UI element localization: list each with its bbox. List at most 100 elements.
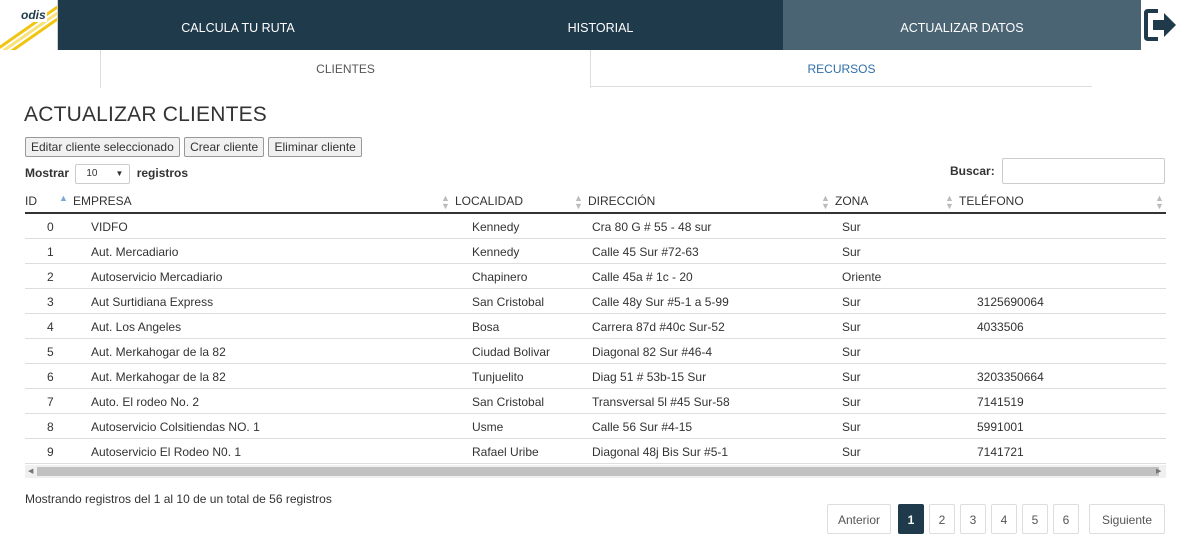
tab-recursos[interactable]: RECURSOS [591, 50, 1092, 87]
cell-zona: Sur [842, 420, 861, 434]
page-button[interactable]: 5 [1022, 504, 1048, 534]
cell-localidad: Bosa [472, 320, 500, 334]
sort-icon: ▲ ▼ [821, 193, 830, 211]
page-button[interactable]: 1 [898, 504, 924, 534]
search-label: Buscar: [950, 164, 995, 178]
tab-clientes[interactable]: CLIENTES [100, 50, 591, 88]
cell-direccion: Carrera 87d #40c Sur-52 [592, 320, 725, 334]
page-button[interactable]: 3 [960, 504, 986, 534]
scroll-left-icon[interactable]: ◀ [28, 465, 33, 478]
table-header: ID ▲ EMPRESA ▲ ▼ LOCALIDAD ▲ ▼ DIRECCIÓN ▲… [25, 190, 1166, 214]
search-input[interactable] [1002, 158, 1165, 184]
page-length-value: 10 [86, 167, 98, 179]
table-row[interactable]: 8 Autoservicio Colsitiendas NO. 1 Usme Call… [25, 414, 1166, 439]
cell-empresa: Aut. Merkahogar de la 82 [91, 345, 226, 359]
delete-client-button[interactable]: Eliminar cliente [268, 137, 362, 157]
cell-localidad: Kennedy [472, 220, 520, 234]
cell-empresa: Aut. Los Angeles [91, 320, 182, 334]
col-telefono[interactable]: TELÉFONO [959, 194, 1024, 208]
length-menu: Mostrar 10 ▼ registros [25, 162, 188, 184]
horizontal-scrollbar[interactable]: ◀ ▶ [25, 465, 1166, 478]
cell-direccion: Diagonal 82 Sur #46-4 [592, 345, 713, 359]
cell-zona: Sur [842, 370, 861, 384]
col-direccion[interactable]: DIRECCIÓN [588, 194, 655, 208]
sort-icon: ▲ ▼ [574, 193, 583, 211]
cell-id: 5 [47, 345, 54, 359]
length-suffix: registros [136, 166, 189, 180]
top-navbar: odis CALCULA TU RUTA HISTORIAL ACTUALIZA… [0, 0, 1181, 50]
sort-icon: ▲ ▼ [1155, 193, 1164, 211]
col-localidad[interactable]: LOCALIDAD [455, 194, 523, 208]
nav-calcula-tu-ruta[interactable]: CALCULA TU RUTA [58, 0, 418, 50]
cell-empresa: Aut. Mercadiario [91, 245, 179, 259]
cell-direccion: Diag 51 # 53b-15 Sur [592, 370, 707, 384]
nav-actualizar-datos[interactable]: ACTUALIZAR DATOS [783, 0, 1141, 50]
cell-empresa: Aut. Merkahogar de la 82 [91, 370, 226, 384]
cell-zona: Sur [842, 295, 861, 309]
create-client-button[interactable]: Crear cliente [184, 137, 265, 157]
table-row[interactable]: 0 VIDFO Kennedy Cra 80 G # 55 - 48 sur Sur [25, 214, 1166, 239]
exit-button[interactable] [1141, 0, 1181, 50]
table-row[interactable]: 9 Autoservicio El Rodeo N0. 1 Rafael Uribe… [25, 439, 1166, 464]
table-row[interactable]: 6 Aut. Merkahogar de la 82 Tunjuelito Diag … [25, 364, 1166, 389]
cell-localidad: Usme [472, 420, 504, 434]
sort-icon: ▲ ▼ [441, 193, 450, 211]
cell-direccion: Calle 56 Sur #4-15 [592, 420, 693, 434]
page-button[interactable]: 6 [1053, 504, 1079, 534]
cell-zona: Sur [842, 445, 861, 459]
cell-localidad: Kennedy [472, 245, 520, 259]
table-row[interactable]: 7 Auto. El rodeo No. 2 San Cristobal Transv… [25, 389, 1166, 414]
cell-direccion: Calle 45 Sur #72-63 [592, 245, 699, 259]
odis-logo[interactable]: odis [0, 0, 58, 50]
cell-telefono: 3125690064 [977, 295, 1044, 309]
cell-id: 0 [47, 220, 54, 234]
cell-localidad: Tunjuelito [472, 370, 524, 384]
cell-zona: Sur [842, 345, 861, 359]
cell-empresa: Auto. El rodeo No. 2 [91, 395, 200, 409]
cell-telefono: 7141721 [977, 445, 1024, 459]
table-row[interactable]: 2 Autoservicio Mercadiario Chapinero Calle … [25, 264, 1166, 289]
cell-empresa: Aut Surtidiana Express [91, 295, 214, 309]
nav-historial[interactable]: HISTORIAL [418, 0, 783, 50]
sort-asc-icon: ▲ [59, 193, 68, 203]
cell-id: 3 [47, 295, 54, 309]
cell-localidad: San Cristobal [472, 295, 545, 309]
col-zona[interactable]: ZONA [835, 194, 868, 208]
length-prefix: Mostrar [25, 166, 70, 180]
exit-icon [1144, 9, 1176, 41]
col-empresa[interactable]: EMPRESA [73, 194, 132, 208]
col-id[interactable]: ID [25, 194, 37, 208]
cell-empresa: Autoservicio Mercadiario [91, 270, 223, 284]
cell-localidad: San Cristobal [472, 395, 545, 409]
prev-page-button[interactable]: Anterior [827, 504, 891, 534]
action-buttons: Editar cliente seleccionado Crear client… [25, 137, 363, 157]
cell-zona: Sur [842, 320, 861, 334]
cell-direccion: Calle 48y Sur #5-1 a 5-99 [592, 295, 729, 309]
cell-telefono: 4033506 [977, 320, 1024, 334]
logo-text: odis [20, 8, 47, 22]
cell-id: 4 [47, 320, 54, 334]
cell-zona: Sur [842, 245, 861, 259]
cell-id: 2 [47, 270, 54, 284]
page-title: ACTUALIZAR CLIENTES [24, 103, 268, 126]
table-row[interactable]: 3 Aut Surtidiana Express San Cristobal Call… [25, 289, 1166, 314]
cell-empresa: Autoservicio El Rodeo N0. 1 [91, 445, 242, 459]
cell-direccion: Calle 45a # 1c - 20 [592, 270, 693, 284]
cell-localidad: Ciudad Bolivar [472, 345, 551, 359]
cell-telefono: 7141519 [977, 395, 1024, 409]
edit-client-button[interactable]: Editar cliente seleccionado [25, 137, 180, 157]
cell-direccion: Cra 80 G # 55 - 48 sur [592, 220, 712, 234]
cell-telefono: 5991001 [977, 420, 1024, 434]
page-length-select[interactable]: 10 ▼ [75, 163, 131, 184]
next-page-button[interactable]: Siguiente [1089, 504, 1165, 534]
scrollbar-thumb[interactable] [37, 467, 1159, 476]
page-button[interactable]: 2 [929, 504, 955, 534]
table-row[interactable]: 1 Aut. Mercadiario Kennedy Calle 45 Sur #72… [25, 239, 1166, 264]
page-button[interactable]: 4 [991, 504, 1017, 534]
scroll-right-icon[interactable]: ▶ [1156, 465, 1161, 478]
cell-empresa: Autoservicio Colsitiendas NO. 1 [91, 420, 260, 434]
table-row[interactable]: 5 Aut. Merkahogar de la 82 Ciudad Bolivar D… [25, 339, 1166, 364]
table-info: Mostrando registros del 1 al 10 de un to… [25, 492, 332, 506]
table-row[interactable]: 4 Aut. Los Angeles Bosa Carrera 87d #40c Su… [25, 314, 1166, 339]
cell-zona: Oriente [842, 270, 882, 284]
